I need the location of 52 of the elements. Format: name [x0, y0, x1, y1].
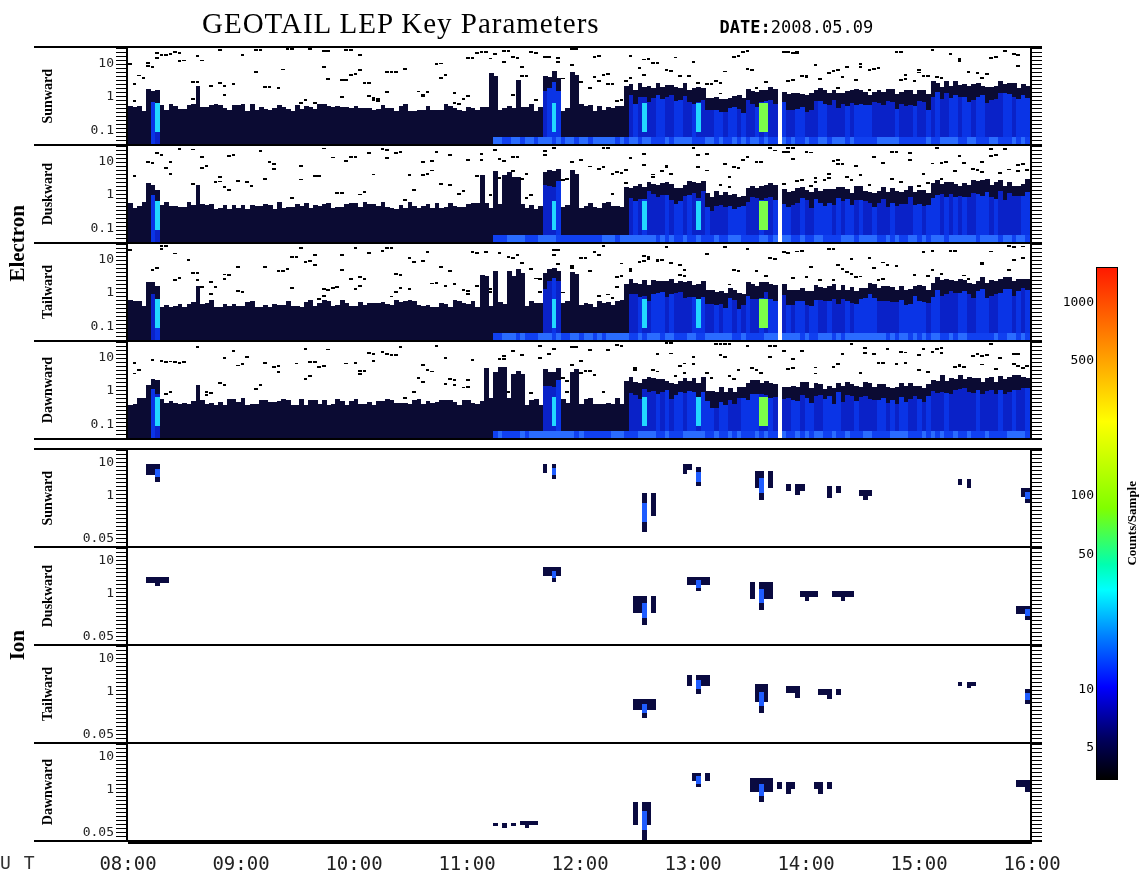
y-tick-label: 0.05: [82, 727, 114, 741]
y-tick-label: 10: [98, 251, 114, 266]
time-tick-label: 11:00: [438, 852, 496, 874]
time-tick-label: 10:00: [325, 852, 383, 874]
direction-label: Dawnward: [40, 356, 56, 424]
y-tick-label: 1: [106, 186, 114, 201]
particle-group-label: Electron: [4, 204, 30, 282]
y-tick-label: 0.05: [82, 531, 114, 545]
y-tick-label: 0.1: [90, 220, 114, 235]
y-tick-label: 1: [106, 88, 114, 103]
colorbar-tick-label: 10: [1078, 682, 1094, 696]
y-tick-label: 10: [98, 153, 114, 168]
y-tick-label: 1: [106, 781, 114, 796]
time-tick-label: 08:00: [99, 852, 157, 874]
colorbar-tick-label: 500: [1070, 353, 1094, 368]
y-tick-label: 1: [106, 487, 114, 502]
y-tick-label: 1: [106, 585, 114, 600]
direction-label: Sunward: [40, 68, 56, 124]
colorbar-tick-label: 1000: [1062, 294, 1094, 309]
time-tick-label: 12:00: [551, 852, 609, 874]
y-tick-label: 0.1: [90, 318, 114, 333]
direction-label: Duskward: [40, 564, 56, 628]
direction-label: Dawnward: [40, 758, 56, 826]
direction-label: Sunward: [40, 470, 56, 526]
y-tick-label: 10: [98, 552, 114, 567]
colorbar-tick-label: 5: [1086, 740, 1094, 755]
time-tick-label: 14:00: [777, 852, 835, 874]
y-tick-label: 1: [106, 284, 114, 299]
y-tick-label: 0.1: [90, 416, 114, 431]
direction-label: Duskward: [40, 162, 56, 226]
y-tick-label: 10: [98, 454, 114, 469]
colorbar-label: Counts/Sample: [1124, 481, 1140, 566]
particle-group-label: Ion: [4, 629, 30, 661]
time-tick-label: 15:00: [890, 852, 948, 874]
colorbar-tick-label: 100: [1070, 488, 1094, 503]
y-tick-label: 0.05: [82, 629, 114, 643]
time-tick-label: 09:00: [212, 852, 270, 874]
y-tick-label: 10: [98, 55, 114, 70]
time-tick-label: 13:00: [664, 852, 722, 874]
y-tick-label: 1: [106, 683, 114, 698]
colorbar-tick-label: 50: [1078, 546, 1094, 561]
direction-label: Tailward: [40, 667, 56, 721]
time-tick-label: 16:00: [1003, 852, 1061, 874]
direction-label: Tailward: [40, 265, 56, 319]
y-tick-label: 0.05: [82, 825, 114, 839]
y-tick-label: 10: [98, 748, 114, 763]
plot-title: GEOTAIL LEP Key Parameters: [202, 6, 600, 40]
y-tick-label: 10: [98, 650, 114, 665]
date-label: DATE:2008.05.09: [719, 17, 874, 37]
y-tick-label: 1: [106, 382, 114, 397]
y-tick-label: 0.1: [90, 122, 114, 137]
y-tick-label: 10: [98, 349, 114, 364]
